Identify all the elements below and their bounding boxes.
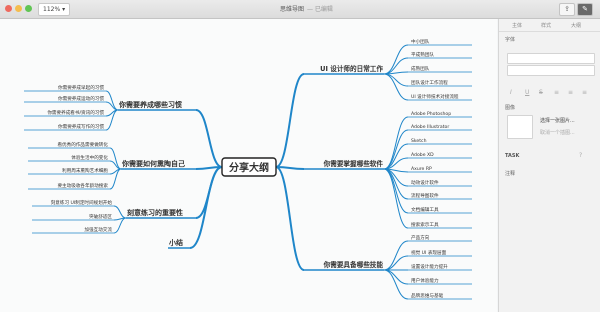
italic-icon[interactable]: I: [510, 89, 512, 96]
right-subtopic-label[interactable]: 搜索索示工具: [411, 221, 439, 228]
right-subtopic-label[interactable]: 团队设计工作流程: [411, 79, 448, 86]
branch-line: [275, 166, 305, 271]
inspector-toggle-button[interactable]: ✎: [577, 3, 593, 16]
subtopic-line: [105, 90, 119, 111]
image-select-button[interactable]: 选择一张图片...: [540, 117, 575, 124]
right-subtopic-label[interactable]: 流程导图软件: [411, 192, 439, 199]
right-subtopic-label[interactable]: Axure RP: [411, 166, 432, 172]
subtopic-line: [383, 116, 409, 170]
right-subtopic-label[interactable]: 视觉 UI 表现层面: [411, 249, 447, 256]
subtopic-line: [383, 143, 409, 170]
right-subtopic-label[interactable]: 产品方向: [411, 234, 430, 241]
right-subtopic-label[interactable]: 设置设计能力提升: [411, 263, 448, 270]
subtopic-line: [383, 240, 409, 271]
left-subtopic-label[interactable]: 你需要养成写作的习惯: [58, 123, 104, 130]
right-subtopic-label[interactable]: 品牌思维与基础: [411, 292, 444, 299]
subtopic-line: [383, 269, 409, 285]
subtopic-line: [383, 269, 409, 300]
left-subtopic-label[interactable]: 利用周末熏陶艺术细胞: [62, 167, 108, 174]
align-center-icon[interactable]: ≡: [568, 89, 573, 96]
right-subtopic-label[interactable]: 用户体验能力: [411, 277, 439, 284]
subtopic-line: [383, 255, 409, 271]
right-subtopic-label[interactable]: 平成熟团队: [411, 51, 434, 58]
subtopic-line: [383, 168, 409, 214]
image-preview[interactable]: [507, 115, 533, 139]
subtopic-line: [383, 73, 409, 87]
branch-line: [275, 73, 305, 168]
align-right-icon[interactable]: ≡: [582, 89, 587, 96]
right-topic-label[interactable]: 你需要具备哪些技能: [323, 260, 384, 269]
right-subtopic-label[interactable]: 中小团队: [411, 38, 430, 45]
right-topic-label[interactable]: UI 设计师的日常工作: [320, 64, 383, 73]
font-style-select[interactable]: [507, 65, 595, 76]
left-topic-label[interactable]: 你需要如何熏陶自己: [121, 159, 185, 168]
left-subtopic-label[interactable]: 刻意练习 UI制定时间规划开始: [51, 199, 113, 206]
mindmap[interactable]: 你需要养成哪些习惯 你需要养成早起的习惯你需要养成运动的习惯你需要养成看书/资讯的…: [0, 0, 497, 312]
right-subtopic-label[interactable]: UI 设计师技术对接流程: [411, 93, 459, 100]
pencil-icon: ✎: [582, 5, 588, 13]
left-subtopic-label[interactable]: 看优秀的作品需要做转化: [57, 141, 108, 148]
subtopic-line: [113, 205, 127, 219]
right-subtopic-label[interactable]: 动效设计软件: [411, 179, 439, 186]
note-label: 注释: [505, 171, 516, 177]
left-subtopic-label[interactable]: 你需要养成早起的习惯: [58, 84, 104, 91]
tab-topic[interactable]: 主体: [512, 22, 522, 29]
tab-style[interactable]: 样式: [541, 22, 551, 29]
underline-icon[interactable]: U: [525, 89, 529, 96]
right-subtopic-label[interactable]: Adobe Photoshop: [411, 111, 451, 117]
right-subtopic-label[interactable]: Adobe XD: [411, 152, 434, 158]
strikethrough-icon[interactable]: S: [539, 89, 543, 96]
left-subtopic-label[interactable]: 你需要养成看书/资讯的习惯: [47, 109, 104, 116]
left-topic-label[interactable]: 小结: [168, 238, 183, 247]
left-subtopic-label[interactable]: 体验生活中的变化: [71, 154, 108, 161]
tab-outline[interactable]: 大纲: [571, 22, 581, 29]
left-subtopic-label[interactable]: 突破舒适区: [89, 213, 112, 220]
left-topic-label[interactable]: 刻意练习的重要性: [127, 208, 183, 217]
image-label: 图像: [505, 105, 516, 111]
left-subtopic-label[interactable]: 你需要养成运动的习惯: [58, 95, 104, 102]
inspector-tabs: 主体 样式 大纲: [499, 19, 600, 32]
image-hint: 取消一个插图...: [540, 130, 575, 136]
branch-line: [189, 166, 223, 249]
subtopic-line: [383, 73, 409, 101]
subtopic-line: [383, 44, 409, 75]
central-topic-label[interactable]: 分享大纲: [229, 161, 269, 174]
right-topic-label[interactable]: 你需要掌握哪些软件: [323, 159, 384, 168]
align-left-icon[interactable]: ≡: [554, 89, 559, 96]
right-subtopic-label[interactable]: 成熟团队: [411, 65, 430, 72]
font-label: 字体: [505, 37, 516, 43]
branch-line: [275, 166, 305, 170]
left-subtopic-label[interactable]: 要主动吸收各年龄动搜索: [57, 182, 108, 189]
left-subtopic-label[interactable]: 加强互动交流: [84, 226, 112, 233]
task-label: TASK: [505, 153, 520, 159]
branch-line: [195, 109, 223, 168]
right-subtopic-label[interactable]: 文档编辑工具: [411, 206, 439, 213]
share-icon: ⇪: [564, 5, 570, 13]
share-button[interactable]: ⇪: [559, 3, 575, 16]
inspector-panel: 主体 样式 大纲 字体 I U S ≡ ≡ ≡ 图像 选择一张图片... 取消一…: [498, 19, 600, 312]
right-subtopic-label[interactable]: Sketch: [411, 138, 427, 144]
left-topic-label[interactable]: 你需要养成哪些习惯: [118, 100, 182, 109]
right-subtopic-label[interactable]: Adobe Illustrator: [411, 124, 449, 130]
subtopic-line: [383, 168, 409, 200]
help-icon[interactable]: ?: [579, 152, 582, 159]
font-family-select[interactable]: [507, 53, 595, 64]
